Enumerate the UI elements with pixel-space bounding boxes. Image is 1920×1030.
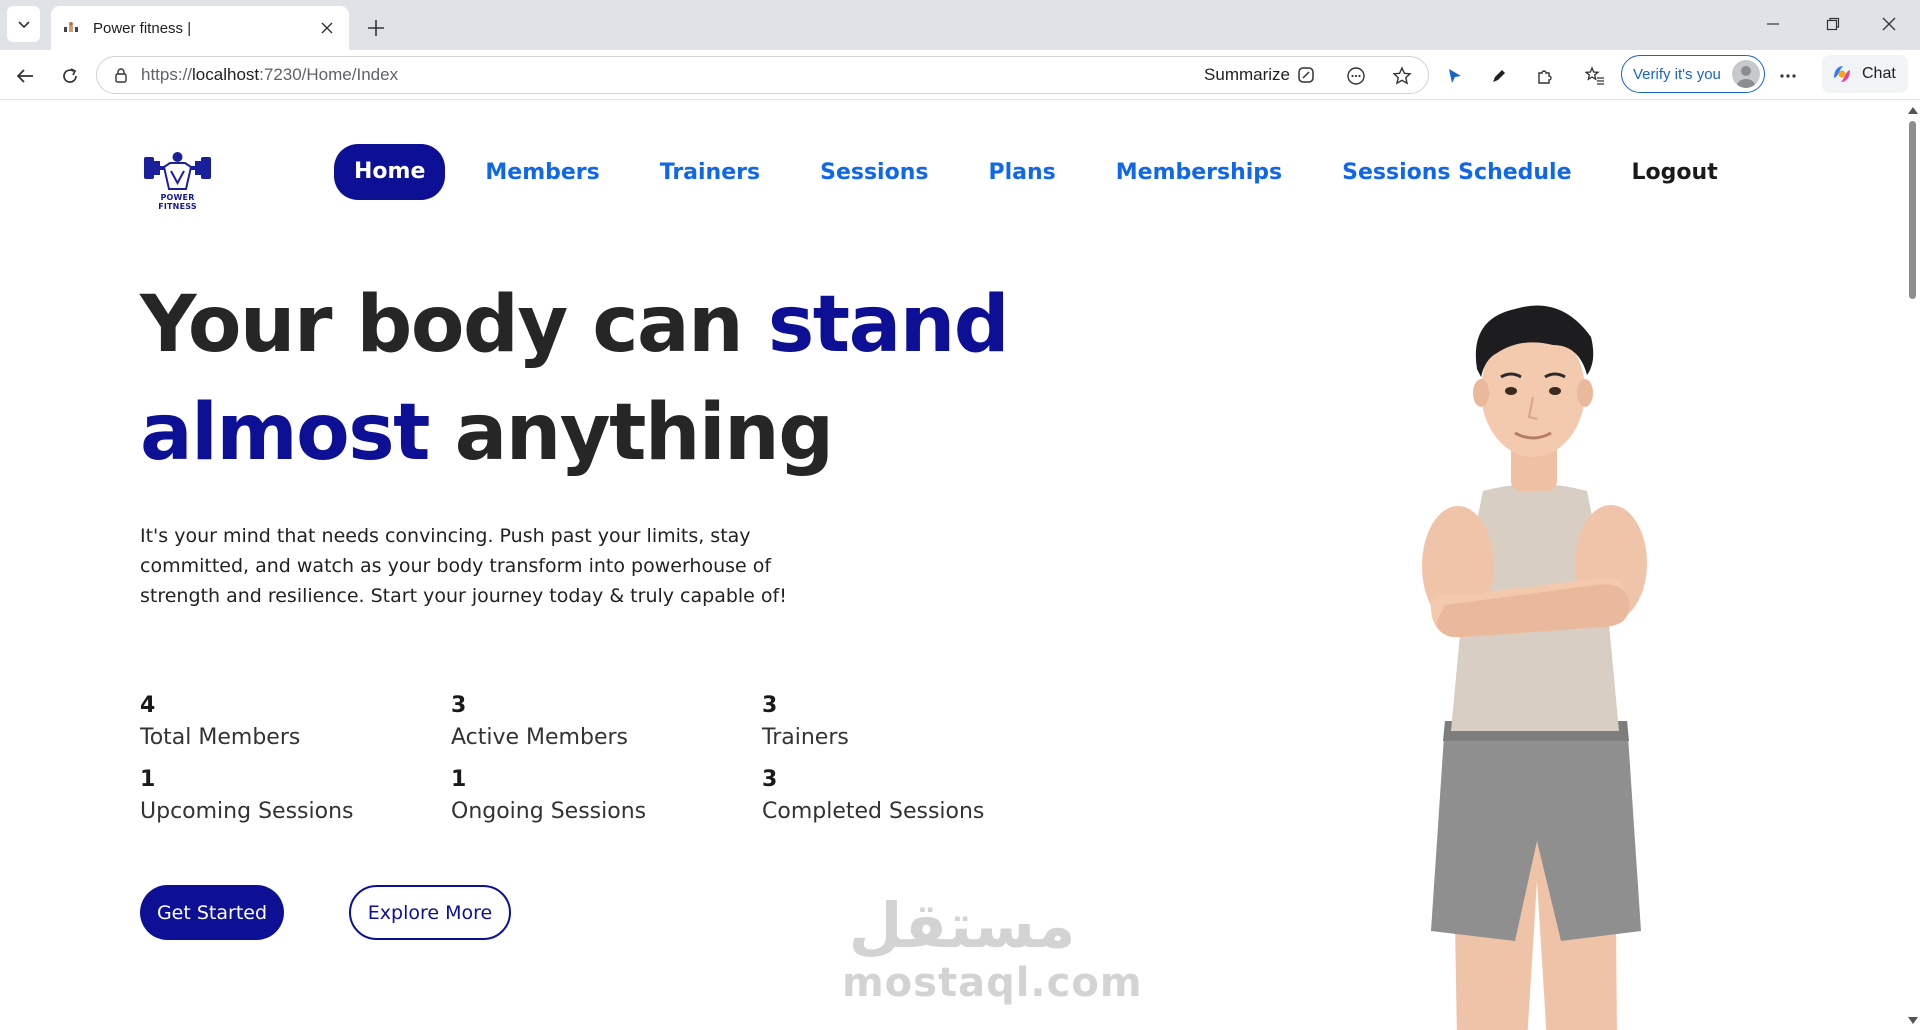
back-arrow-icon (16, 69, 33, 83)
cursor-arrow-icon (1449, 69, 1461, 83)
hero-title-part2: anything (428, 388, 834, 478)
explore-more-button[interactable]: Explore More (349, 885, 511, 940)
nav-memberships[interactable]: Memberships (1116, 160, 1282, 185)
stat-value: 3 (762, 767, 778, 792)
logo-text: POWER FITNESS (158, 193, 197, 211)
nav-trainers[interactable]: Trainers (660, 160, 760, 185)
stat-label: Active Members (451, 725, 628, 750)
browser-toolbar: https://localhost:7230/Home/Index Summar… (0, 50, 1920, 100)
more-actions-icon[interactable] (1344, 64, 1368, 88)
get-started-button[interactable]: Get Started (140, 885, 284, 940)
stat-value: 3 (762, 693, 778, 718)
nav-home[interactable]: Home (334, 144, 446, 200)
verify-profile-button[interactable]: Verify it's you (1621, 55, 1765, 93)
stat-trainers: 3 Trainers (762, 691, 1080, 755)
nav-sessions[interactable]: Sessions (820, 160, 928, 185)
stat-total-members: 4 Total Members (140, 691, 451, 755)
watermark-arabic: مستقل (848, 889, 1076, 962)
copilot-summarize-icon (1298, 67, 1314, 83)
stat-value: 1 (451, 767, 467, 792)
stat-active-members: 3 Active Members (451, 691, 762, 755)
extensions-button[interactable] (1529, 60, 1561, 92)
dumbbell-favicon-icon (64, 22, 78, 32)
restore-icon (1826, 17, 1840, 31)
refresh-button[interactable] (54, 60, 86, 92)
hero-title-part1: Your body can (140, 280, 768, 370)
stat-label: Ongoing Sessions (451, 799, 647, 824)
nav-members[interactable]: Members (485, 160, 599, 185)
new-tab-button[interactable] (361, 13, 391, 43)
ellipsis-icon (1780, 74, 1796, 78)
pen-icon (1493, 70, 1505, 82)
stat-upcoming-sessions: 1 Upcoming Sessions (140, 765, 451, 829)
stat-label: Completed Sessions (762, 799, 985, 824)
summarize-label: Summarize (1204, 65, 1290, 84)
cursor-extension-button[interactable] (1439, 60, 1471, 92)
browser-tab-strip: Power fitness | (0, 0, 1920, 50)
stat-label: Trainers (762, 725, 849, 750)
favorite-star-icon[interactable] (1390, 64, 1414, 88)
pen-extension-button[interactable] (1483, 60, 1515, 92)
watermark-latin: mostaql.com (842, 960, 1143, 1006)
scroll-up-arrow-icon[interactable] (1908, 107, 1918, 114)
hero-title: Your body can stand almost anything (140, 271, 1040, 487)
stat-value: 1 (140, 767, 156, 792)
page-scrollbar[interactable] (1904, 101, 1920, 1030)
minimize-icon (1767, 23, 1779, 25)
browser-tab[interactable]: Power fitness | (51, 6, 349, 50)
close-window-button[interactable] (1866, 8, 1912, 40)
profile-avatar (1732, 60, 1760, 88)
settings-menu-button[interactable] (1772, 60, 1804, 92)
stat-ongoing-sessions: 1 Ongoing Sessions (451, 765, 762, 829)
plus-icon (368, 20, 384, 36)
scroll-down-arrow-icon[interactable] (1908, 1017, 1918, 1024)
stats-grid: 4 Total Members 3 Active Members 3 Train… (140, 691, 1080, 829)
favorites-list-icon (1585, 66, 1604, 85)
summarize-button[interactable]: Summarize (1204, 65, 1316, 85)
nav-plans[interactable]: Plans (988, 160, 1055, 185)
copilot-chat-button[interactable]: Chat (1822, 55, 1908, 93)
chevron-down-icon (17, 21, 30, 29)
web-page: POWER FITNESS Home Members Trainers Sess… (0, 101, 1904, 1030)
stat-value: 3 (451, 693, 467, 718)
nav-sessions-schedule[interactable]: Sessions Schedule (1342, 160, 1571, 185)
copilot-icon (1834, 66, 1850, 82)
close-icon (1882, 17, 1896, 31)
refresh-icon (63, 68, 77, 83)
close-tab-icon[interactable] (317, 18, 337, 38)
url-text: https://localhost:7230/Home/Index (141, 65, 399, 84)
stat-label: Upcoming Sessions (140, 799, 354, 824)
tab-title: Power fitness | (93, 19, 192, 37)
scrollbar-thumb[interactable] (1909, 121, 1916, 299)
minimize-button[interactable] (1750, 8, 1796, 40)
chat-label: Chat (1862, 65, 1896, 82)
puzzle-icon (1538, 70, 1552, 84)
stat-label: Total Members (140, 725, 301, 750)
hero-title-accent1: stand (767, 280, 1010, 370)
hero-description: It's your mind that needs convincing. Pu… (140, 525, 787, 607)
stat-value: 4 (140, 693, 156, 718)
stat-completed-sessions: 3 Completed Sessions (762, 765, 1080, 829)
tab-list-button[interactable] (7, 6, 40, 42)
verify-label: Verify it's you (1633, 65, 1721, 83)
main-navigation: Home Members Trainers Sessions Plans Mem… (334, 144, 1718, 200)
hero-title-accent2: almost (140, 388, 430, 478)
restore-button[interactable] (1810, 8, 1856, 40)
favorites-button[interactable] (1579, 60, 1611, 92)
back-button[interactable] (9, 60, 41, 92)
nav-logout[interactable]: Logout (1632, 160, 1718, 185)
site-info-icon[interactable] (111, 65, 131, 85)
fitness-man-illustration (1422, 305, 1647, 1030)
address-bar[interactable]: https://localhost:7230/Home/Index Summar… (96, 56, 1429, 94)
mostaql-watermark: مستقل mostaql.com (842, 889, 1143, 1006)
